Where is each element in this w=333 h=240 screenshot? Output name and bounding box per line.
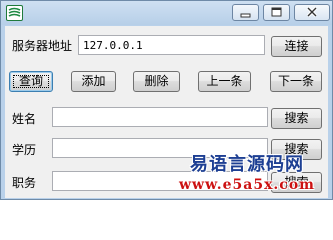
next-record-button[interactable]: 下一条: [270, 71, 322, 92]
name-label: 姓名: [12, 112, 37, 126]
close-icon: [306, 6, 318, 18]
maximize-icon: [271, 7, 282, 17]
education-label: 学历: [12, 143, 37, 157]
query-button[interactable]: 查询: [9, 71, 53, 92]
delete-button[interactable]: 删除: [133, 71, 180, 92]
close-button[interactable]: [294, 4, 330, 21]
education-input[interactable]: [52, 138, 268, 158]
position-input[interactable]: [52, 171, 268, 191]
previous-record-button[interactable]: 上一条: [198, 71, 251, 92]
client-area: 服务器地址 127.0.0.1 连接 查询 添加 删除 上一条 下一条 姓名 搜…: [5, 26, 328, 198]
name-search-button[interactable]: 搜索: [271, 108, 322, 129]
minimize-icon: [240, 13, 251, 18]
easy-language-app-icon[interactable]: [6, 5, 23, 21]
add-button[interactable]: 添加: [71, 71, 116, 92]
name-input[interactable]: [52, 107, 268, 127]
education-search-button[interactable]: 搜索: [271, 139, 322, 160]
focus-indicator: [13, 75, 49, 88]
maximize-button[interactable]: [263, 4, 290, 21]
server-address-label: 服务器地址: [12, 39, 73, 53]
position-label: 职务: [12, 176, 37, 190]
title-bar[interactable]: [1, 1, 332, 25]
server-address-input[interactable]: 127.0.0.1: [78, 35, 265, 55]
minimize-button[interactable]: [232, 4, 259, 21]
position-search-button[interactable]: 搜索: [271, 172, 322, 193]
app-window: 服务器地址 127.0.0.1 连接 查询 添加 删除 上一条 下一条 姓名 搜…: [0, 0, 333, 200]
connect-button[interactable]: 连接: [271, 36, 322, 57]
